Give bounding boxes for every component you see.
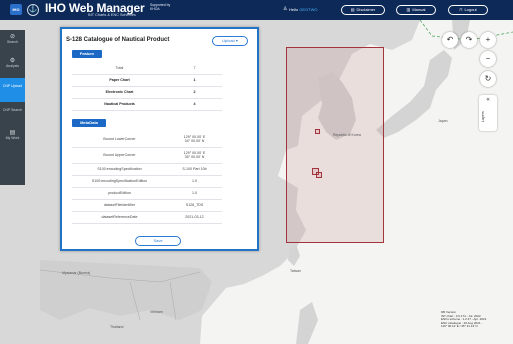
sidebar-item-label: CNP Search [2, 108, 23, 112]
sidebar: ⊘ Search ⚙ Analysis CNP Upload CNP Searc… [0, 30, 25, 185]
table-row: Electronic Chart 2 [72, 86, 222, 99]
table-value: S128_TDS [167, 199, 222, 212]
table-row: productEdition 1.0 [72, 187, 222, 200]
table-key: productEdition [72, 187, 167, 200]
table-row: S100:encodingSpecificationEdition 1.0 [72, 175, 222, 188]
table-value: 129° 00.00' E 35° 00.00' N [167, 147, 222, 164]
table-value: 129° 00.00' E 34° 00.00' N [167, 131, 222, 148]
sidebar-item-cnp-upload[interactable]: CNP Upload [0, 78, 25, 102]
table-key: Total [72, 62, 167, 75]
supported-by-org: KHOA [150, 7, 160, 11]
undo-button[interactable]: ↶ [442, 32, 458, 48]
logout-button[interactable]: ⊓ Logout [448, 5, 488, 15]
work-icon: ▤ [9, 130, 16, 136]
table-value: 1 [167, 74, 222, 87]
feature-tag: Feature [72, 50, 102, 58]
db-version-info: DB Version INT chart : 3.6.174 - Jul. 20… [441, 310, 486, 329]
table-row: Nautical Products 4 [72, 98, 222, 111]
coordinate-readout: 119° 00.12' E / 45° 31.12' N [441, 324, 478, 329]
coverage-rectangle[interactable] [286, 47, 384, 243]
table-value: 4 [167, 98, 222, 111]
sidebar-item-analysis[interactable]: ⚙ Analysis [0, 54, 25, 78]
user-icon: ♙ [283, 6, 288, 12]
table-row: datasetFileIdentifier S128_TDS [72, 199, 222, 212]
sidebar-item-search[interactable]: ⊘ Search [0, 30, 25, 54]
table-key: Nautical Products [72, 98, 167, 111]
feature-table: Total 7 Paper Chart 1 Electronic Chart 2 Nauti… [72, 62, 222, 111]
disclaimer-label: Disclaimer [356, 7, 376, 12]
app-header: IHO ⚓ IHO Web Manager INT Charts & ENC S… [0, 0, 513, 20]
chevron-left-icon: « [486, 97, 490, 103]
analysis-icon: ⚙ [9, 58, 16, 64]
layers-label: Layers [481, 111, 485, 122]
table-value: 7 [167, 62, 222, 75]
table-key: S100:encodingSpecificationEdition [72, 175, 167, 188]
sidebar-item-label: Analysis [5, 64, 20, 68]
table-key: datasetFileIdentifier [72, 199, 167, 212]
map-label-thailand: Thailand [110, 325, 124, 329]
sidebar-item-label: CNP Upload [2, 84, 23, 88]
map-label-taiwan: Taiwan [290, 269, 301, 273]
sidebar-item-label: My Work [5, 136, 20, 140]
manual-label: Manual [412, 7, 426, 12]
refresh-button[interactable]: ↻ [480, 71, 496, 87]
map-label-japan: Japan [438, 119, 448, 123]
panel-title: S-128 Catalogue of Nautical Product [66, 37, 170, 43]
document-icon: ▤ [350, 7, 355, 12]
table-key: Bound UpperCorner [72, 147, 167, 164]
anchor-emblem-icon: ⚓ [27, 4, 39, 16]
table-key: Paper Chart [72, 74, 167, 87]
coverage-marker[interactable] [316, 172, 322, 178]
table-key: S100:encodingSpecification [72, 163, 167, 176]
table-value: 1.0 [167, 175, 222, 188]
manual-button[interactable]: ▥ Manual [396, 5, 436, 15]
book-icon: ▥ [406, 7, 411, 12]
redo-button[interactable]: ↷ [461, 32, 477, 48]
map-label-myanmar: Myanmar (Burma) [62, 271, 91, 275]
save-button[interactable]: Save [135, 236, 181, 246]
lock-icon: ⊓ [459, 7, 463, 12]
logout-label: Logout [464, 7, 477, 12]
layers-tab[interactable]: « Layers [479, 95, 497, 131]
table-row: Total 7 [72, 62, 222, 75]
table-value: S-100 Part 10b [167, 163, 222, 176]
zoom-out-button[interactable]: − [480, 51, 496, 67]
table-row: datasetReferenceDate 2021-03-12 [72, 211, 222, 224]
disclaimer-button[interactable]: ▤ Disclaimer [341, 5, 385, 15]
sidebar-item-cnp-search[interactable]: CNP Search [0, 102, 25, 126]
metadata-tag: MetaData [72, 119, 106, 127]
supported-by: Supported by KHOA [150, 3, 170, 11]
sidebar-item-my-work[interactable]: ▤ My Work [0, 126, 25, 150]
greeting: Hello GEOTWO [289, 7, 317, 12]
table-value: 1.0 [167, 187, 222, 200]
username: GEOTWO [299, 7, 318, 12]
map-label-korea: Republic of Korea [333, 133, 361, 137]
map-label-vietnam: Vietnam [150, 310, 163, 314]
table-value: 2 [167, 86, 222, 99]
table-row: S100:encodingSpecification S-100 Part 10b [72, 163, 222, 176]
iho-logo[interactable]: IHO [10, 4, 22, 15]
zoom-in-button[interactable]: + [480, 32, 496, 48]
sidebar-item-label: Search [6, 40, 19, 44]
search-icon: ⊘ [9, 34, 16, 40]
table-key: datasetReferenceDate [72, 211, 167, 224]
table-row: Paper Chart 1 [72, 74, 222, 87]
catalogue-panel: S-128 Catalogue of Nautical Product Uplo… [60, 27, 259, 251]
table-row: Bound UpperCorner 129° 00.00' E 35° 00.00… [72, 147, 222, 164]
app-subtitle: INT Charts & ENC Schemes [88, 13, 136, 17]
table-row: Bound LowerCorner 129° 00.00' E 34° 00.00… [72, 131, 222, 148]
table-value: 2021-03-12 [167, 211, 222, 224]
table-key: Bound LowerCorner [72, 131, 167, 148]
metadata-table: Bound LowerCorner 129° 00.00' E 34° 00.00… [72, 131, 222, 224]
upload-button[interactable]: Upload ▾ [212, 36, 248, 46]
greeting-text: Hello [289, 7, 299, 12]
table-key: Electronic Chart [72, 86, 167, 99]
coverage-marker[interactable] [315, 129, 320, 134]
